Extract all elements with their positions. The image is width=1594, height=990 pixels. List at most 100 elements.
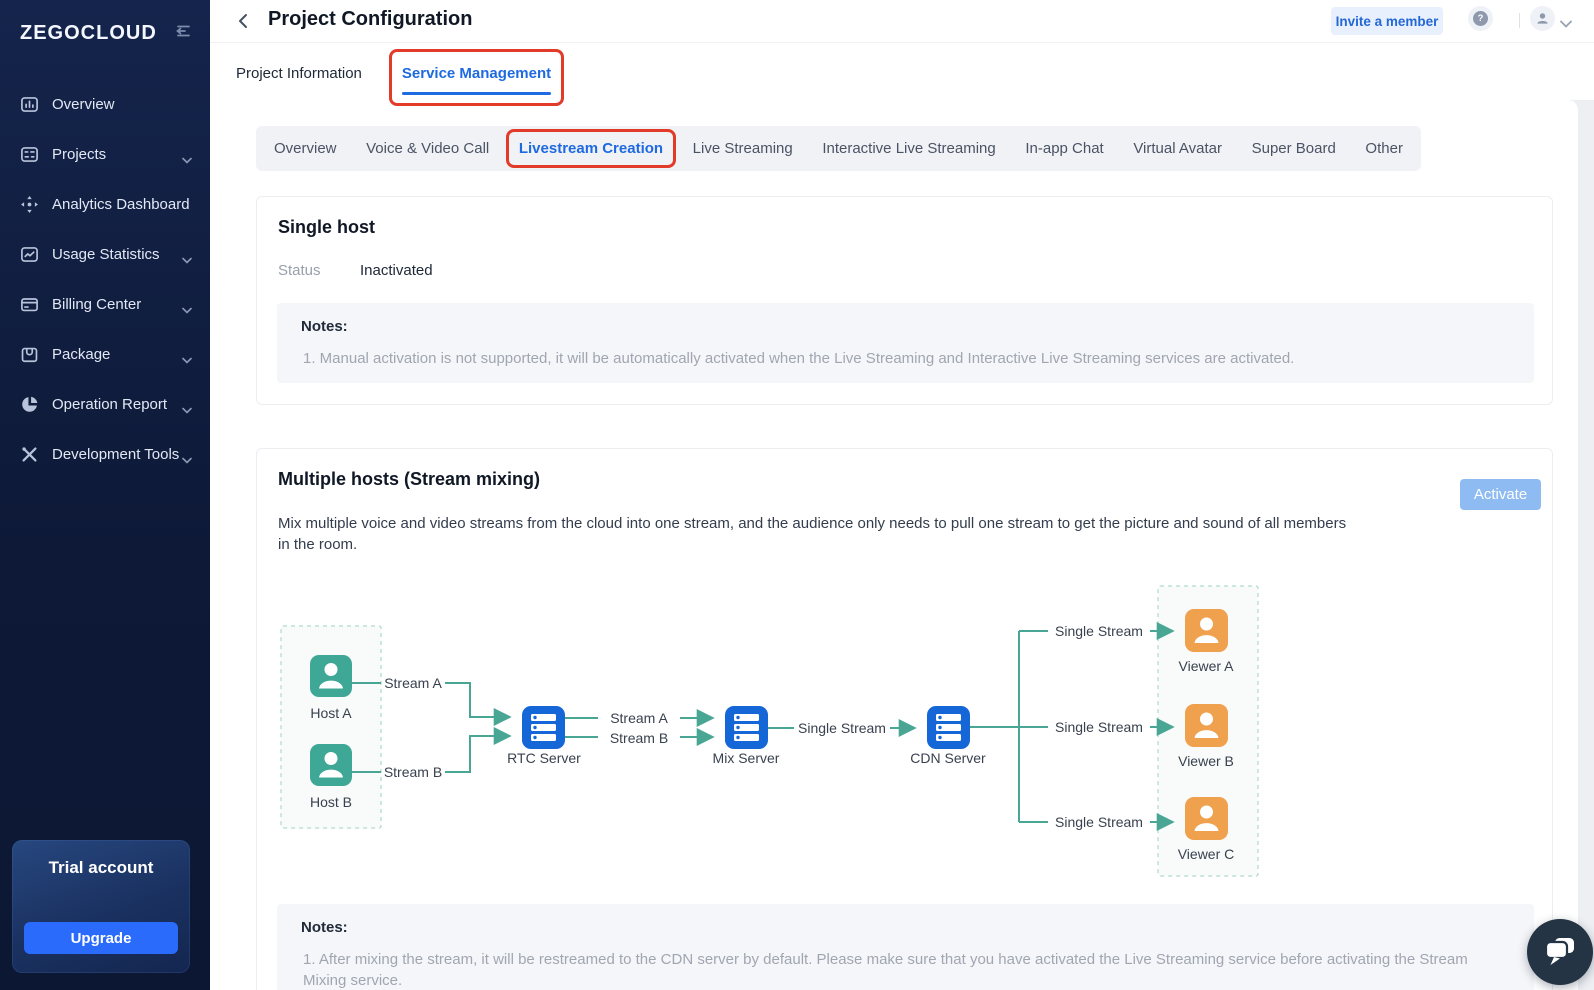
topbar-divider <box>1519 13 1520 28</box>
sidebar-item-label: Usage Statistics <box>52 246 182 263</box>
host-a-icon <box>310 655 352 697</box>
trial-account-title: Trial account <box>12 858 190 878</box>
subtab-interactive-live-streaming[interactable]: Interactive Live Streaming <box>822 140 995 157</box>
stream-a-label: Stream A <box>384 675 442 691</box>
viewer-c-icon <box>1185 797 1228 840</box>
content-panel: Overview Voice & Video Call Livestream C… <box>210 100 1578 990</box>
chevron-down-icon <box>182 151 192 158</box>
host-b-label: Host B <box>310 794 352 810</box>
stream-a-label: Stream A <box>610 710 668 726</box>
subtab-in-app-chat[interactable]: In-app Chat <box>1025 140 1103 157</box>
chevron-down-icon <box>182 401 192 408</box>
sidebar-collapse-icon[interactable] <box>174 22 192 45</box>
upgrade-button[interactable]: Upgrade <box>24 922 178 954</box>
single-host-notes: Notes: 1. Manual activation is not suppo… <box>277 303 1534 383</box>
cdn-server-label: CDN Server <box>910 750 986 766</box>
viewer-b-label: Viewer B <box>1178 753 1234 769</box>
sidebar-item-label: Analytics Dashboard <box>52 196 192 213</box>
billing-icon <box>20 295 39 314</box>
service-subtabs: Overview Voice & Video Call Livestream C… <box>256 126 1421 171</box>
user-avatar[interactable] <box>1530 6 1555 31</box>
mix-server-icon <box>725 706 768 749</box>
viewer-a-label: Viewer A <box>1179 658 1235 674</box>
chat-bubbles-icon <box>1542 934 1578 970</box>
sidebar-item-label: Billing Center <box>52 296 182 313</box>
chevron-down-icon <box>182 301 192 308</box>
support-chat-button[interactable] <box>1527 919 1593 985</box>
notes-text: 1. After mixing the stream, it will be r… <box>301 949 1510 990</box>
tabbar: Project Information Service Management <box>210 43 1594 100</box>
sidebar-item-label: Projects <box>52 146 182 163</box>
back-button[interactable] <box>236 13 252 29</box>
single-stream-label: Single Stream <box>798 720 886 736</box>
main-area: Project Configuration Invite a member ? … <box>210 0 1594 990</box>
host-b-icon <box>310 744 352 786</box>
sidebar-nav: Overview Projects Analytics Dashboard <box>0 79 210 479</box>
tab-label: Project Information <box>236 65 362 82</box>
sidebar-item-analytics-dashboard[interactable]: Analytics Dashboard <box>0 179 210 229</box>
notes-text: 1. Manual activation is not supported, i… <box>301 348 1510 369</box>
stream-mixing-description: Mix multiple voice and video streams fro… <box>278 513 1348 555</box>
chevron-down-icon <box>182 451 192 458</box>
single-host-card: Single host Status Inactivated Notes: 1.… <box>256 196 1553 405</box>
page-title: Project Configuration <box>268 8 472 31</box>
sidebar-item-overview[interactable]: Overview <box>0 79 210 129</box>
subtab-livestream-creation[interactable]: Livestream Creation <box>519 140 663 157</box>
viewer-b-icon <box>1185 704 1228 747</box>
single-host-title: Single host <box>278 217 375 238</box>
question-mark-glyph: ? <box>1473 11 1488 26</box>
stream-b-label: Stream B <box>610 730 668 746</box>
rtc-server-icon <box>522 706 565 749</box>
subtab-overview[interactable]: Overview <box>274 140 337 157</box>
account-chevron-down-icon[interactable] <box>1560 15 1572 23</box>
sidebar-item-label: Package <box>52 346 182 363</box>
sidebar-item-billing-center[interactable]: Billing Center <box>0 279 210 329</box>
zegocloud-logo: ZEGOCLOUD <box>20 22 157 45</box>
invite-member-button[interactable]: Invite a member <box>1331 7 1443 35</box>
stream-mixing-title: Multiple hosts (Stream mixing) <box>278 469 540 490</box>
subtab-voice-video-call[interactable]: Voice & Video Call <box>366 140 489 157</box>
help-icon[interactable]: ? <box>1468 6 1493 31</box>
subtab-virtual-avatar[interactable]: Virtual Avatar <box>1133 140 1222 157</box>
subtab-other[interactable]: Other <box>1365 140 1403 157</box>
topbar: Project Configuration Invite a member ? <box>210 0 1594 43</box>
single-stream-label: Single Stream <box>1055 814 1143 830</box>
viewer-c-label: Viewer C <box>1178 846 1235 862</box>
usage-statistics-icon <box>20 245 39 264</box>
stream-mixing-card: Multiple hosts (Stream mixing) Activate … <box>256 448 1553 990</box>
subtab-super-board[interactable]: Super Board <box>1252 140 1336 157</box>
status-value: Inactivated <box>360 262 433 279</box>
viewer-a-icon <box>1185 609 1228 652</box>
projects-icon <box>20 145 39 164</box>
chevron-down-icon <box>182 351 192 358</box>
sidebar-item-label: Operation Report <box>52 396 182 413</box>
subtab-live-streaming[interactable]: Live Streaming <box>693 140 793 157</box>
subtab-label: Livestream Creation <box>519 140 663 157</box>
operation-report-icon <box>20 395 39 414</box>
sidebar: ZEGOCLOUD Overview Projects <box>0 0 210 990</box>
tab-service-management[interactable]: Service Management <box>402 43 551 100</box>
stream-mixing-notes: Notes: 1. After mixing the stream, it wi… <box>277 904 1534 990</box>
sidebar-item-package[interactable]: Package <box>0 329 210 379</box>
activate-button[interactable]: Activate <box>1460 479 1541 510</box>
chevron-down-icon <box>182 251 192 258</box>
package-icon <box>20 345 39 364</box>
tab-label: Service Management <box>402 65 551 82</box>
sidebar-item-label: Overview <box>52 96 192 113</box>
notes-title: Notes: <box>301 919 1510 936</box>
single-stream-label: Single Stream <box>1055 623 1143 639</box>
sidebar-item-development-tools[interactable]: Development Tools <box>0 429 210 479</box>
rtc-server-label: RTC Server <box>507 750 581 766</box>
cdn-server-icon <box>927 706 970 749</box>
diagram-labels: Host A Host B RTC Server Mix Server CDN … <box>310 623 1234 862</box>
stream-b-label: Stream B <box>384 764 442 780</box>
sidebar-item-operation-report[interactable]: Operation Report <box>0 379 210 429</box>
sidebar-item-usage-statistics[interactable]: Usage Statistics <box>0 229 210 279</box>
overview-icon <box>20 95 39 114</box>
active-tab-underline <box>402 92 551 95</box>
single-stream-label: Single Stream <box>1055 719 1143 735</box>
trial-account-card: Trial account Upgrade <box>12 840 190 973</box>
mix-server-label: Mix Server <box>713 750 780 766</box>
sidebar-item-projects[interactable]: Projects <box>0 129 210 179</box>
tab-project-information[interactable]: Project Information <box>236 43 362 100</box>
